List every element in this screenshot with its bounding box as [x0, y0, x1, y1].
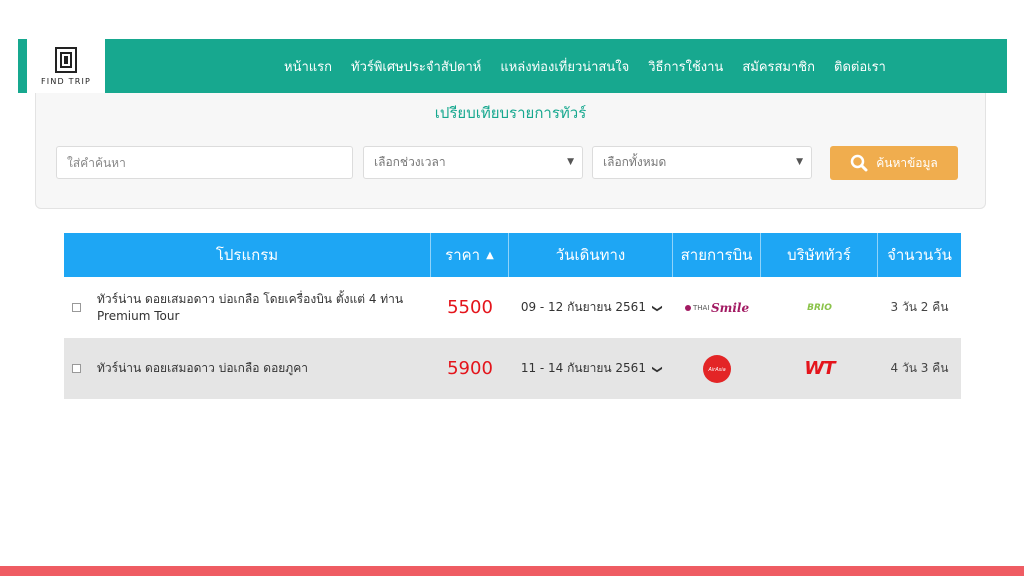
compare-checkbox[interactable] — [72, 364, 81, 373]
table-row[interactable]: ทัวร์น่าน ดอยเสมอดาว บ่อเกลือ โดยเครื่อง… — [64, 277, 961, 338]
nav-item-register[interactable]: สมัครสมาชิก — [742, 56, 815, 77]
header-airline: สายการบิน — [673, 233, 761, 277]
airline-logo-airasia: AirAsia — [673, 354, 761, 384]
company-logo-text: WT — [804, 358, 835, 379]
airline-airasia-text: AirAsia — [707, 367, 725, 373]
airline-thai-text: THAI — [692, 304, 709, 312]
table-row[interactable]: ทัวร์น่าน ดอยเสมอดาว บ่อเกลือ ดอยภูคา 59… — [64, 338, 961, 399]
caret-down-icon: ▼ — [567, 157, 574, 167]
date-value: 11 - 14 กันยายน 2561 — [520, 361, 646, 375]
date-select[interactable]: 09 - 12 กันยายน 2561 ❯ — [509, 298, 673, 317]
table-header: โปรแกรม ราคา ▲ วันเดินทาง สายการบิน บริษ… — [64, 233, 961, 277]
date-select[interactable]: 11 - 14 กันยายน 2561 ❯ — [509, 359, 673, 378]
company-logo-wt: WT — [761, 358, 878, 379]
duration: 3 วัน 2 คืน — [890, 300, 949, 314]
chevron-down-icon: ❯ — [651, 304, 663, 313]
company-logo-brio: BRIO — [761, 303, 878, 313]
header-days: จำนวนวัน — [887, 246, 952, 264]
chevron-down-icon: ❯ — [651, 365, 663, 374]
search-title: เปรียบเทียบรายการทัวร์ — [434, 104, 587, 122]
program-cell: ทัวร์น่าน ดอยเสมอดาว บ่อเกลือ ดอยภูคา — [64, 360, 431, 377]
company-logo-text: BRIO — [807, 302, 832, 313]
header-company: บริษัททัวร์ — [761, 233, 878, 277]
brand-logo[interactable]: FIND TRIP — [27, 39, 105, 93]
caret-down-icon: ▼ — [796, 157, 803, 167]
header-price[interactable]: ราคา ▲ — [431, 233, 509, 277]
duration: 4 วัน 3 คืน — [890, 361, 949, 375]
nav-item-contact[interactable]: ติดต่อเรา — [834, 56, 886, 77]
keyword-field[interactable] — [56, 146, 353, 179]
period-select[interactable]: เลือกช่วงเวลา ▼ — [363, 146, 583, 179]
search-icon — [850, 154, 868, 172]
sort-asc-icon: ▲ — [486, 249, 494, 261]
price: 5500 — [447, 297, 493, 318]
category-select[interactable]: เลือกทั้งหมด ▼ — [592, 146, 812, 179]
tour-comparison-table: โปรแกรม ราคา ▲ วันเดินทาง สายการบิน บริษ… — [64, 233, 961, 399]
search-button-label: ค้นหาข้อมูล — [876, 155, 938, 170]
top-navbar: FIND TRIP หน้าแรก ทัวร์พิเศษประจำสัปดาห์… — [18, 39, 1007, 93]
airline-logo-thai-smile: THAI Smile — [673, 298, 761, 318]
program-name[interactable]: ทัวร์น่าน ดอยเสมอดาว บ่อเกลือ โดยเครื่อง… — [97, 291, 431, 325]
program-name[interactable]: ทัวร์น่าน ดอยเสมอดาว บ่อเกลือ ดอยภูคา — [97, 360, 308, 377]
compare-checkbox[interactable] — [72, 303, 81, 312]
category-select-value: เลือกทั้งหมด — [603, 155, 667, 169]
header-date: วันเดินทาง — [509, 233, 673, 277]
header-program: โปรแกรม — [64, 233, 431, 277]
header-price-label: ราคา — [445, 246, 481, 264]
nav-item-attractions[interactable]: แหล่งท่องเที่ยวน่าสนใจ — [500, 56, 629, 77]
brand-name: FIND TRIP — [40, 76, 92, 86]
nav-item-weekly-special[interactable]: ทัวร์พิเศษประจำสัปดาห์ — [351, 56, 481, 77]
nav-item-how-to-use[interactable]: วิธีการใช้งาน — [648, 56, 723, 77]
nav-item-home[interactable]: หน้าแรก — [284, 56, 332, 77]
keyword-input[interactable] — [67, 155, 342, 170]
tour-search-panel: เปรียบเทียบรายการทัวร์ เลือกช่วงเวลา ▼ เ… — [35, 93, 986, 209]
date-value: 09 - 12 กันยายน 2561 — [520, 300, 646, 314]
logo-icon — [55, 46, 77, 73]
price: 5900 — [447, 358, 493, 379]
period-select-value: เลือกช่วงเวลา — [374, 155, 446, 169]
program-cell: ทัวร์น่าน ดอยเสมอดาว บ่อเกลือ โดยเครื่อง… — [64, 291, 431, 325]
airline-smile-text: Smile — [711, 301, 749, 315]
footer-accent-bar — [0, 566, 1024, 576]
search-button[interactable]: ค้นหาข้อมูล — [830, 146, 958, 180]
main-nav: หน้าแรก ทัวร์พิเศษประจำสัปดาห์ แหล่งท่อง… — [284, 39, 886, 93]
